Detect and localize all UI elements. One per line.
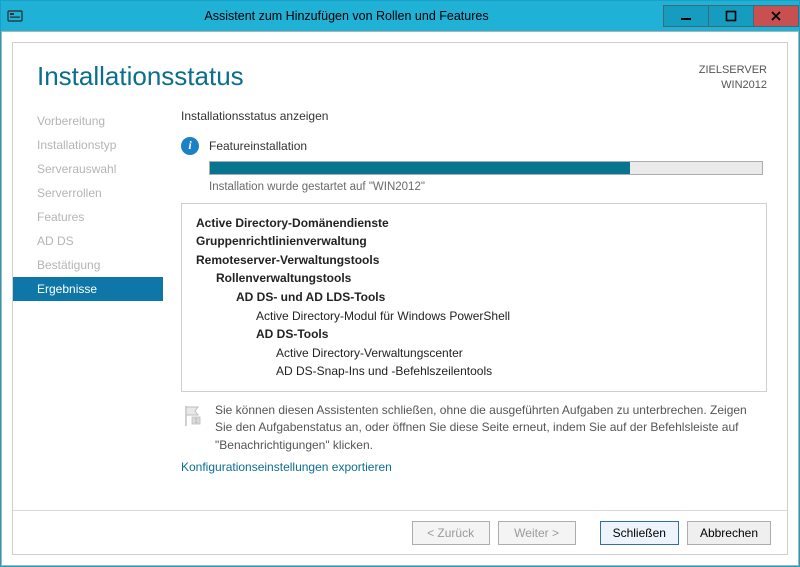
nav-item-5: AD DS — [13, 229, 163, 253]
nav-item-7[interactable]: Ergebnisse — [13, 277, 163, 301]
feature-label: Featureinstallation — [209, 139, 307, 153]
app-icon — [1, 1, 29, 31]
cancel-button[interactable]: Abbrechen — [687, 521, 771, 545]
nav-item-2: Serverauswahl — [13, 157, 163, 181]
window-controls — [664, 5, 799, 27]
minimize-button[interactable] — [663, 5, 709, 27]
tree-item: Remoteserver-Verwaltungstools — [196, 251, 752, 270]
maximize-button[interactable] — [708, 5, 754, 27]
nav-item-6: Bestätigung — [13, 253, 163, 277]
title-bar: Assistent zum Hinzufügen von Rollen und … — [1, 1, 799, 31]
nav-item-4: Features — [13, 205, 163, 229]
nav-item-1: Installationstyp — [13, 133, 163, 157]
tree-item: Gruppenrichtlinienverwaltung — [196, 232, 752, 251]
status-label: Installationsstatus anzeigen — [181, 109, 767, 123]
body-row: VorbereitungInstallationstypServerauswah… — [13, 99, 787, 510]
progress-bar — [209, 161, 763, 175]
info-icon: i — [181, 137, 199, 155]
header-row: Installationsstatus ZIELSERVER WIN2012 — [13, 43, 787, 99]
tree-item: AD DS-Tools — [256, 325, 752, 344]
notifications-icon: 1 — [181, 402, 203, 430]
next-button[interactable]: Weiter > — [498, 521, 576, 545]
page-title: Installationsstatus — [37, 61, 699, 92]
wizard-footer: < Zurück Weiter > Schließen Abbrechen — [13, 510, 787, 554]
progress-text: Installation wurde gestartet auf "WIN201… — [209, 181, 767, 193]
nav-item-0: Vorbereitung — [13, 109, 163, 133]
note-row: 1 Sie können diesen Assistenten schließe… — [181, 402, 767, 454]
destination-value: WIN2012 — [699, 78, 767, 93]
wizard-window: Assistent zum Hinzufügen von Rollen und … — [0, 0, 800, 567]
back-button[interactable]: < Zurück — [412, 521, 490, 545]
destination-label: ZIELSERVER — [699, 63, 767, 78]
window-title: Assistent zum Hinzufügen von Rollen und … — [29, 9, 664, 23]
tree-item: Active Directory-Modul für Windows Power… — [256, 307, 752, 326]
tree-item: AD DS- und AD LDS-Tools — [236, 288, 752, 307]
close-button[interactable] — [753, 5, 799, 27]
export-settings-link[interactable]: Konfigurationseinstellungen exportieren — [181, 460, 767, 474]
results-tree: Active Directory-DomänendiensteGruppenri… — [181, 203, 767, 392]
nav-item-3: Serverrollen — [13, 181, 163, 205]
destination-server: ZIELSERVER WIN2012 — [699, 61, 767, 93]
client-area: Installationsstatus ZIELSERVER WIN2012 V… — [1, 31, 799, 566]
tree-item: Active Directory-Verwaltungscenter — [276, 344, 752, 363]
tree-item: AD DS-Snap-Ins und -Befehlszeilentools — [276, 362, 752, 381]
wizard-inner: Installationsstatus ZIELSERVER WIN2012 V… — [12, 42, 788, 555]
wizard-content: Installationsstatus anzeigen i Featurein… — [181, 99, 767, 500]
feature-row: i Featureinstallation — [181, 137, 767, 155]
tree-item: Active Directory-Domänendienste — [196, 214, 752, 233]
wizard-nav: VorbereitungInstallationstypServerauswah… — [13, 99, 163, 500]
note-text: Sie können diesen Assistenten schließen,… — [215, 402, 767, 454]
progress-fill — [210, 162, 630, 174]
tree-item: Rollenverwaltungstools — [216, 269, 752, 288]
close-wizard-button[interactable]: Schließen — [600, 521, 679, 545]
